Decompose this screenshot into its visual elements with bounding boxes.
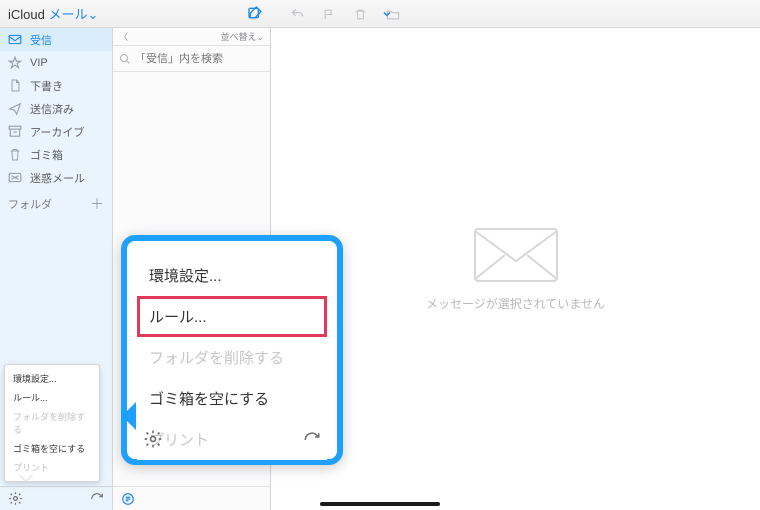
message-list-footer bbox=[113, 486, 270, 510]
gear-popup-small: 環境設定... ルール... フォルダを削除する ゴミ箱を空にする プリント bbox=[4, 364, 100, 482]
sidebar-label: 送信済み bbox=[30, 101, 74, 117]
refresh-icon[interactable] bbox=[303, 431, 321, 449]
mini-pop-item[interactable]: ゴミ箱を空にする bbox=[5, 439, 99, 458]
sidebar-label: ゴミ箱 bbox=[30, 147, 63, 163]
junk-icon bbox=[8, 172, 22, 183]
sidebar-label: アーカイブ bbox=[30, 124, 84, 140]
mini-pop-item[interactable]: 環境設定... bbox=[5, 369, 99, 388]
menu-item-print: プリント bbox=[137, 419, 327, 460]
back-icon[interactable]: 〈 bbox=[119, 30, 128, 43]
top-toolbar: iCloud メール⌄ bbox=[0, 0, 760, 28]
toolbar-dropdown-icon[interactable] bbox=[381, 8, 393, 20]
gear-icon[interactable] bbox=[8, 491, 23, 506]
reply-icon[interactable] bbox=[290, 7, 305, 22]
callout-arrow bbox=[108, 402, 136, 430]
paperplane-icon bbox=[8, 102, 22, 116]
menu-item-delete-folder: フォルダを削除する bbox=[137, 337, 327, 378]
gear-menu: 環境設定... ルール... フォルダを削除する ゴミ箱を空にする プリント bbox=[137, 255, 327, 460]
trash-icon bbox=[8, 148, 22, 162]
brand-mail-dropdown[interactable]: メール⌄ bbox=[48, 7, 98, 22]
sidebar-item-inbox[interactable]: 受信 bbox=[0, 28, 112, 51]
empty-message-text: メッセージが選択されていません bbox=[426, 295, 605, 312]
reader-toolbar bbox=[280, 0, 401, 28]
flag-icon[interactable] bbox=[323, 7, 336, 22]
sidebar-footer bbox=[0, 486, 112, 510]
archive-icon bbox=[8, 125, 22, 138]
sidebar-item-sent[interactable]: 送信済み bbox=[0, 97, 112, 120]
sidebar-label: VIP bbox=[30, 57, 48, 69]
gear-icon[interactable] bbox=[143, 429, 163, 449]
sidebar: 受信 VIP 下書き 送信済み アーカイブ ゴミ箱 迷惑メール フォルダ ＋ bbox=[0, 28, 113, 510]
folders-header-label: フォルダ bbox=[8, 196, 52, 212]
sidebar-label: 下書き bbox=[30, 78, 63, 94]
search-icon bbox=[119, 53, 131, 65]
sidebar-label: 迷惑メール bbox=[30, 170, 85, 186]
sidebar-label: 受信 bbox=[30, 32, 52, 48]
sort-control[interactable]: 並べ替え⌄ bbox=[220, 30, 264, 43]
menu-item-empty-trash[interactable]: ゴミ箱を空にする bbox=[137, 378, 327, 419]
folders-header: フォルダ ＋ bbox=[0, 193, 112, 215]
document-icon bbox=[8, 79, 22, 93]
search-input[interactable] bbox=[135, 53, 264, 65]
gear-popup-callout: 環境設定... ルール... フォルダを削除する ゴミ箱を空にする プリント bbox=[121, 235, 343, 465]
search-wrap bbox=[113, 46, 270, 72]
menu-item-rules[interactable]: ルール... bbox=[137, 296, 327, 337]
star-icon bbox=[8, 56, 22, 70]
brand: iCloud メール⌄ bbox=[0, 4, 98, 23]
compose-icon[interactable] bbox=[247, 5, 263, 21]
status-icon[interactable] bbox=[121, 492, 135, 506]
sidebar-item-archive[interactable]: アーカイブ bbox=[0, 120, 112, 143]
message-list-header: 〈 並べ替え⌄ bbox=[113, 28, 270, 46]
sidebar-item-junk[interactable]: 迷惑メール bbox=[0, 166, 112, 189]
mini-pop-item: プリント bbox=[5, 458, 99, 477]
sidebar-item-vip[interactable]: VIP bbox=[0, 51, 112, 74]
menu-item-preferences[interactable]: 環境設定... bbox=[137, 255, 327, 296]
trash-icon[interactable] bbox=[354, 7, 367, 22]
mini-pop-item: フォルダを削除する bbox=[5, 407, 99, 439]
sidebar-item-drafts[interactable]: 下書き bbox=[0, 74, 112, 97]
sidebar-item-trash[interactable]: ゴミ箱 bbox=[0, 143, 112, 166]
mini-pop-item[interactable]: ルール... bbox=[5, 388, 99, 407]
home-indicator bbox=[320, 502, 440, 506]
inbox-icon bbox=[8, 34, 22, 45]
refresh-icon[interactable] bbox=[90, 492, 104, 506]
brand-icloud: iCloud bbox=[8, 7, 45, 22]
envelope-icon bbox=[473, 227, 559, 283]
add-folder-icon[interactable]: ＋ bbox=[90, 194, 104, 214]
reader-pane: メッセージが選択されていません bbox=[271, 28, 760, 510]
